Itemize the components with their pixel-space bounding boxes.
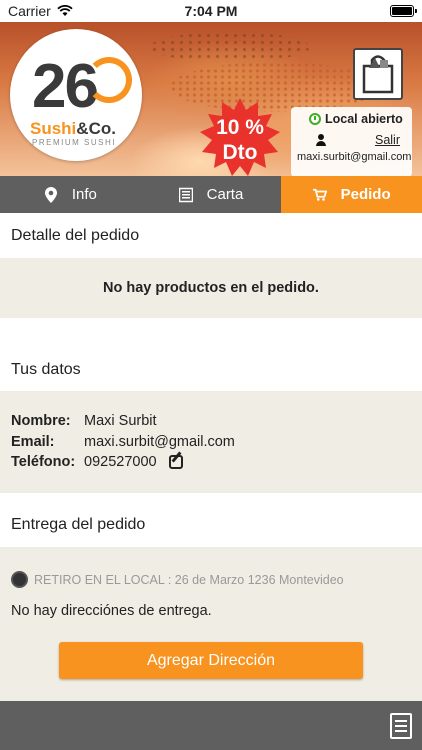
discount-value: 10 % [216, 116, 264, 139]
customer-title: Tus datos [11, 360, 81, 378]
tab-carta-label: Carta [206, 186, 244, 203]
name-label: Nombre: [11, 413, 71, 429]
pickup-option[interactable]: RETIRO EN EL LOCAL : 26 de Marzo 1236 Mo… [11, 571, 344, 588]
menu-list-icon [178, 187, 193, 202]
status-bar: Carrier 7:04 PM [0, 0, 422, 22]
cart-icon [312, 188, 327, 201]
phone-label: Teléfono: [11, 454, 76, 470]
tab-pedido[interactable]: Pedido [281, 176, 422, 213]
empty-order-message: No hay productos en el pedido. [103, 280, 319, 296]
footer-bar [0, 701, 422, 750]
add-address-button[interactable]: Agregar Dirección [59, 642, 363, 679]
customer-section-title: Tus datos [0, 348, 422, 391]
no-addresses-message: No hay direcciónes de entrega. [11, 603, 212, 619]
shrimp-icon [86, 57, 132, 103]
discount-label: Dto [222, 141, 258, 164]
phone-value: 092527000 [84, 454, 157, 470]
name-row: Nombre: Maxi Surbit [11, 413, 157, 429]
user-email: maxi.surbit@gmail.com [297, 151, 412, 163]
order-title: Detalle del pedido [11, 226, 140, 244]
brand-logo: 26 Sushi&Co. PREMIUM SUSHI [10, 29, 142, 161]
tab-carta[interactable]: Carta [141, 176, 282, 213]
logo-tagline: PREMIUM SUSHI [32, 138, 116, 147]
map-pin-icon [44, 186, 57, 203]
logo-name: Sushi&Co. [30, 119, 116, 138]
order-panel: No hay productos en el pedido. [0, 258, 422, 318]
logout-link[interactable]: Salir [375, 133, 400, 147]
order-section-title: Detalle del pedido [0, 213, 422, 258]
tab-info-label: Info [71, 186, 97, 203]
clock-icon [309, 113, 321, 125]
battery-icon [390, 5, 417, 17]
shopping-bag-button[interactable] [353, 48, 403, 100]
header-banner: 26 Sushi&Co. PREMIUM SUSHI 10 % Dto Loca… [0, 22, 422, 176]
customer-panel: Nombre: Maxi Surbit Email: maxi.surbit@g… [0, 391, 422, 493]
tab-info[interactable]: Info [0, 176, 141, 213]
tab-pedido-label: Pedido [340, 186, 391, 203]
email-label: Email: [11, 434, 55, 450]
main-tabs: Info Carta Pedido [0, 176, 422, 213]
edit-icon[interactable] [168, 455, 183, 469]
store-status-card: Local abierto Salir maxi.surbit@gmail.co… [291, 107, 412, 176]
name-value: Maxi Surbit [84, 413, 157, 429]
shopping-bag-icon [362, 55, 394, 94]
delivery-title: Entrega del pedido [11, 516, 146, 533]
delivery-panel: RETIRO EN EL LOCAL : 26 de Marzo 1236 Mo… [0, 547, 422, 701]
email-value: maxi.surbit@gmail.com [84, 434, 235, 450]
delivery-section-title: Entrega del pedido [0, 503, 422, 547]
menu-list-icon[interactable] [390, 713, 412, 739]
clock-time: 7:04 PM [184, 3, 238, 19]
phone-row: Teléfono: 092527000 [11, 454, 183, 470]
pickup-option-label: RETIRO EN EL LOCAL : 26 de Marzo 1236 Mo… [34, 572, 344, 587]
user-icon [315, 134, 327, 146]
discount-badge: 10 % Dto [198, 96, 282, 176]
store-open-label: Local abierto [325, 112, 403, 126]
radio-button[interactable] [11, 571, 28, 588]
email-row: Email: maxi.surbit@gmail.com [11, 434, 235, 450]
